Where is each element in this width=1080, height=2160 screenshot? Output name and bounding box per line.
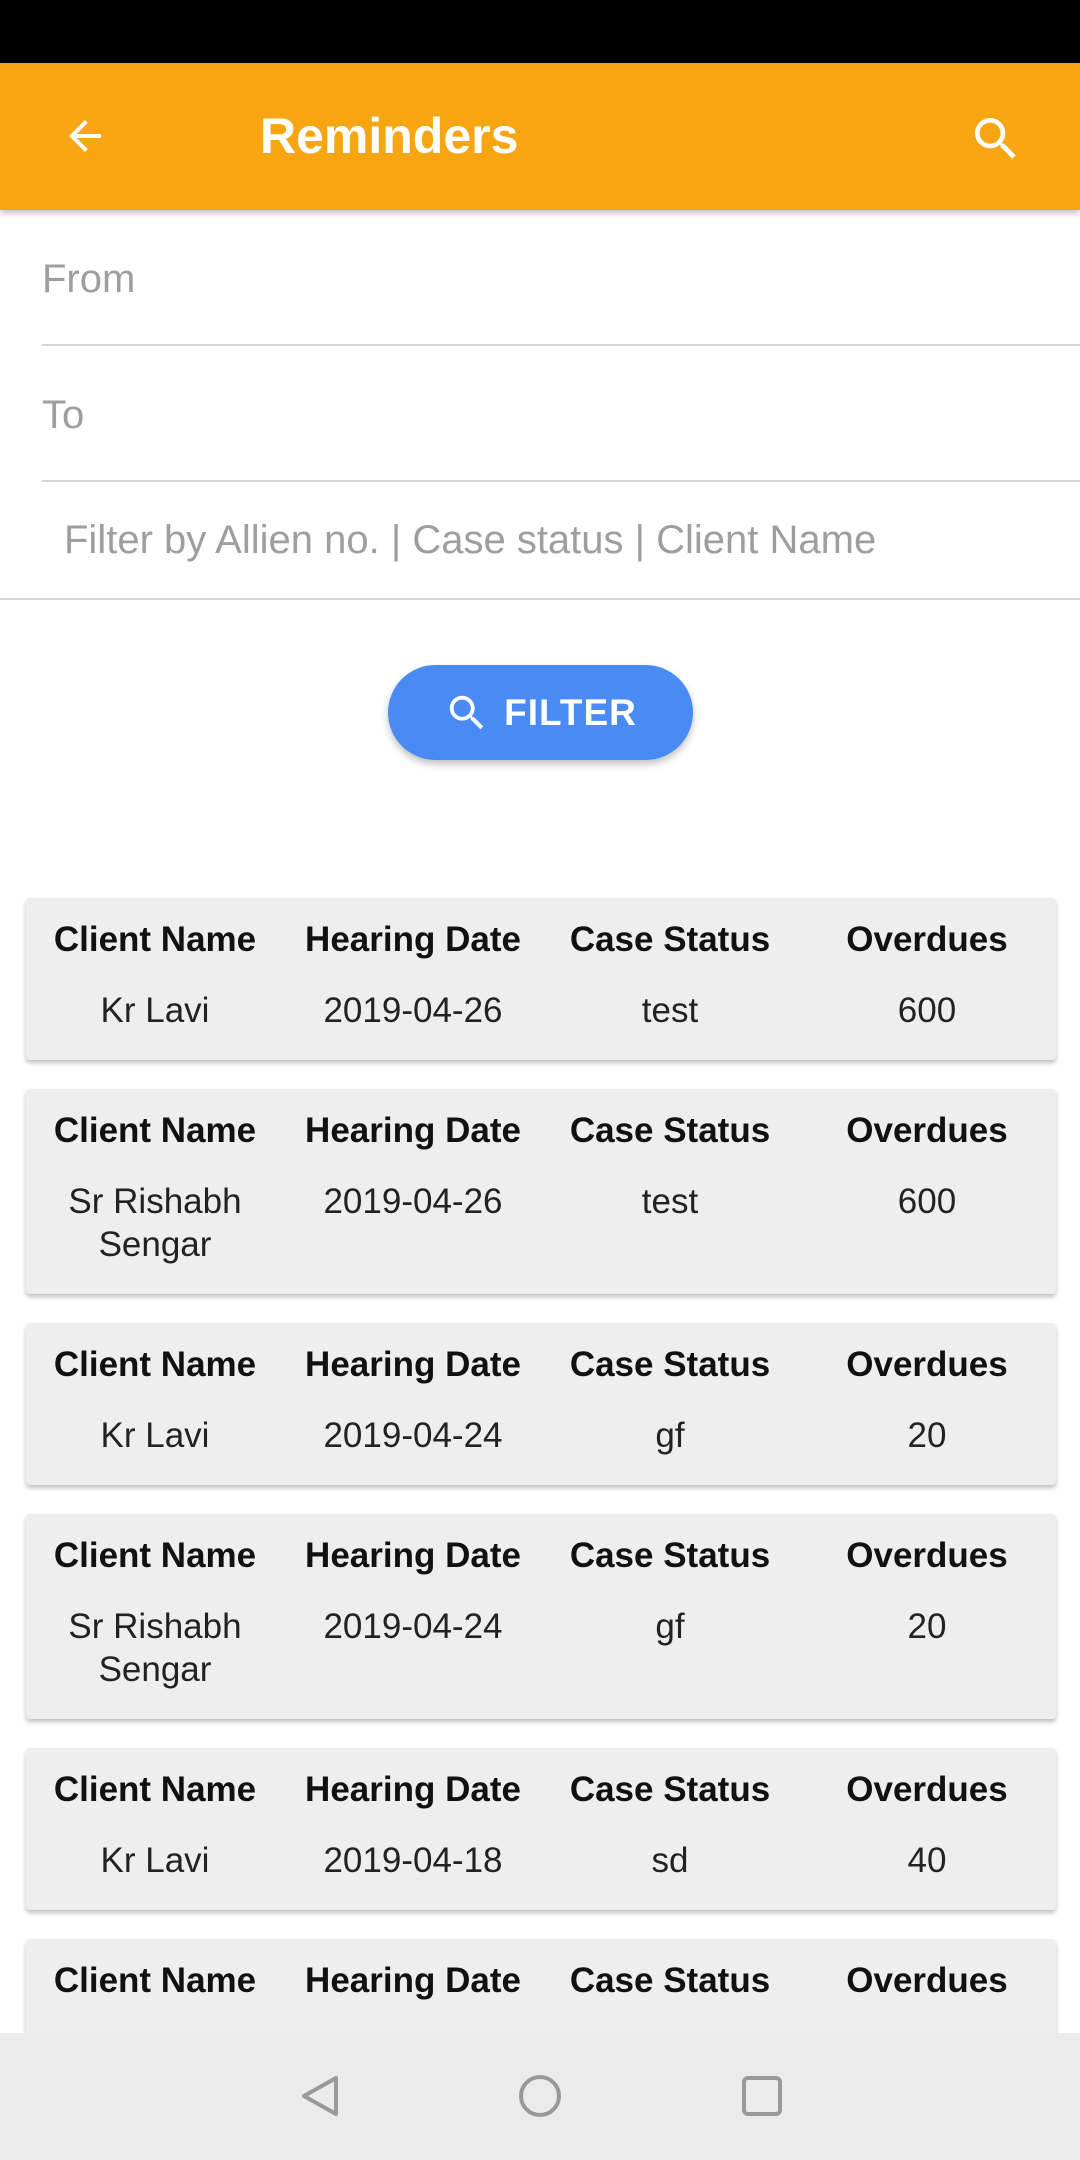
nav-recents-icon[interactable] [727,2061,797,2131]
search-icon [449,695,484,729]
hearing-date: 2019-04-18 [323,1841,503,1880]
status-bar [0,0,1080,63]
hearing-date: 2019-04-26 [323,991,503,1030]
header-case-status: Case Status [569,1770,771,1809]
client-name: Kr Lavi [100,1841,210,1880]
reminder-card[interactable]: Client Name Hearing Date Case Status Ove… [26,1089,1056,1294]
header-client-name: Client Name [53,1536,257,1575]
header-overdues: Overdues [846,1345,1008,1384]
hearing-date: 2019-04-24 [323,1607,503,1646]
overdues: 600 [897,1182,957,1221]
overdues: 20 [907,1416,947,1455]
filter-input[interactable] [64,482,1064,598]
header-case-status: Case Status [569,1961,771,2000]
to-date-field [42,346,1080,482]
header-hearing-date: Hearing Date [305,1345,521,1384]
header-client-name: Client Name [53,1111,257,1150]
from-date-input[interactable] [42,210,1080,344]
header-overdues: Overdues [846,1111,1008,1150]
client-name: Kr Lavi [100,991,210,1030]
header-hearing-date: Hearing Date [305,1111,521,1150]
case-status: test [641,991,699,1030]
filter-field [0,482,1080,600]
case-status: sd [651,1841,689,1880]
filter-button-label: FILTER [504,691,637,733]
header-case-status: Case Status [569,1111,771,1150]
app-bar: Reminders [0,63,1080,210]
nav-back-icon[interactable] [285,2061,355,2131]
reminder-card[interactable]: Client Name Hearing Date Case Status Ove… [26,1323,1056,1485]
reminder-card[interactable]: Client Name Hearing Date Case Status Ove… [26,1748,1056,1910]
overdues: 40 [907,1841,947,1880]
filter-button[interactable]: FILTER [388,665,693,760]
overdues: 20 [907,1607,947,1646]
client-name: Kr Lavi [100,1416,210,1455]
header-overdues: Overdues [846,1536,1008,1575]
page-title: Reminders [260,108,519,164]
client-name: Sr Rishabh Sengar [68,1182,242,1264]
case-status: gf [655,1607,685,1646]
case-status: test [641,1182,699,1221]
header-overdues: Overdues [846,1770,1008,1809]
case-status: gf [655,1416,685,1455]
reminder-card[interactable]: Client Name Hearing Date Case Status Ove… [26,1514,1056,1719]
hearing-date: 2019-04-26 [323,1182,503,1221]
overdues: 600 [897,991,957,1030]
header-client-name: Client Name [53,1345,257,1384]
header-client-name: Client Name [53,1770,257,1809]
header-hearing-date: Hearing Date [305,1770,521,1809]
header-hearing-date: Hearing Date [305,1536,521,1575]
nav-home-icon[interactable] [505,2061,575,2131]
client-name: Sr Rishabh Sengar [68,1607,242,1689]
system-nav-bar [0,2033,1080,2160]
header-case-status: Case Status [569,1536,771,1575]
header-hearing-date: Hearing Date [305,1961,521,2000]
from-date-field [42,210,1080,346]
to-date-input[interactable] [42,346,1080,480]
reminder-card[interactable]: Client Name Hearing Date Case Status Ove… [26,898,1056,1060]
header-case-status: Case Status [569,920,771,959]
header-client-name: Client Name [53,1961,257,2000]
header-overdues: Overdues [846,1961,1008,2000]
hearing-date: 2019-04-24 [323,1416,503,1455]
header-overdues: Overdues [846,920,1008,959]
header-client-name: Client Name [53,920,257,959]
header-hearing-date: Hearing Date [305,920,521,959]
search-icon[interactable] [960,103,1032,175]
back-arrow-icon[interactable] [52,103,118,169]
header-case-status: Case Status [569,1345,771,1384]
